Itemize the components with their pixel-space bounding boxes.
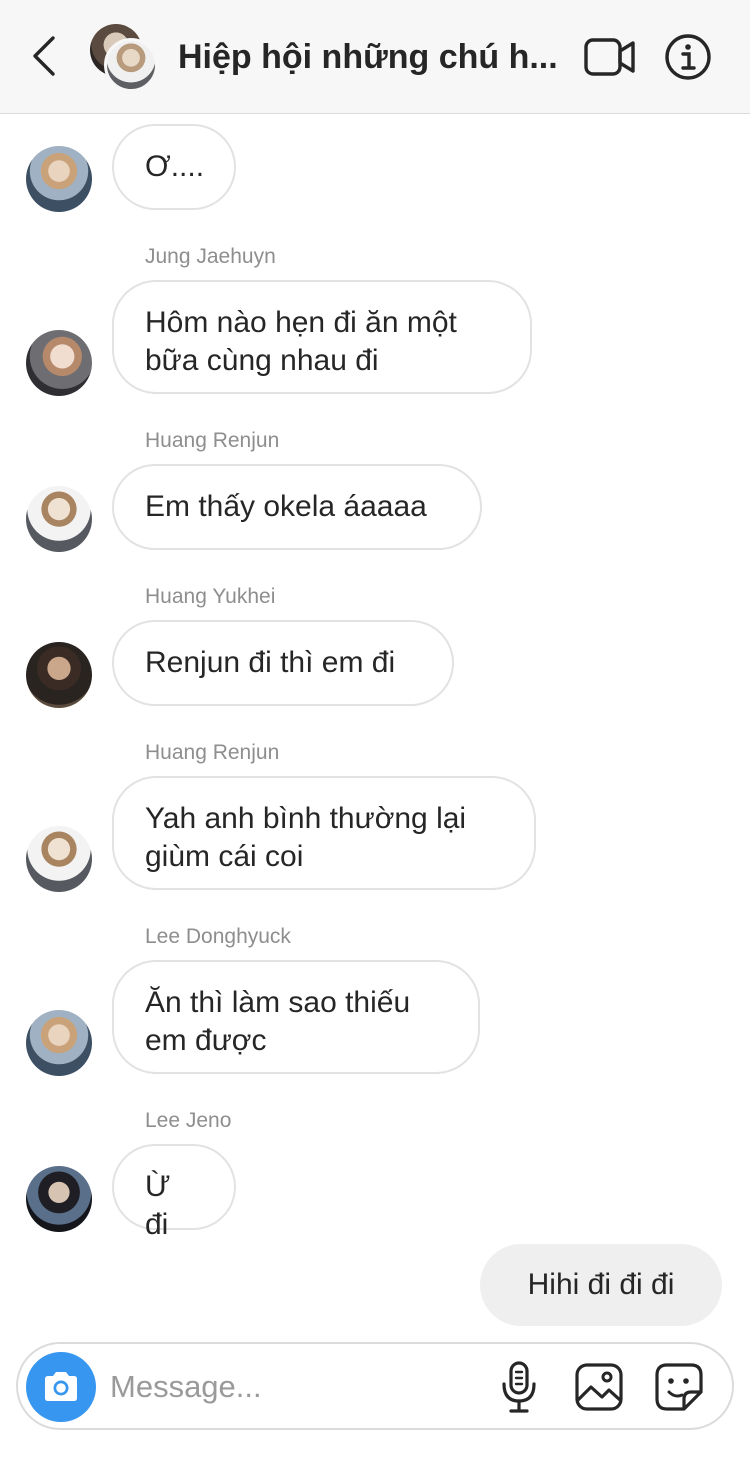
message-text: Hôm nào hẹn đi ăn một: [145, 306, 457, 339]
message-text: giùm cái coi: [145, 840, 304, 873]
lucas-avatar[interactable]: [26, 642, 92, 708]
message-text: Ơ....: [145, 150, 205, 183]
haechan-avatar[interactable]: [26, 1010, 92, 1076]
message-list[interactable]: Ơ.... Jung Jaehuyn Hôm nào hẹn đi ăn một…: [0, 114, 750, 1330]
sender-name: Lee Donghyuck: [145, 925, 291, 948]
gallery-button[interactable]: [574, 1362, 624, 1412]
jeno-avatar[interactable]: [26, 1166, 92, 1232]
chat-title[interactable]: Hiệp hội những chú h...: [178, 34, 568, 80]
sender-name: Jung Jaehuyn: [145, 245, 276, 268]
microphone-icon: [502, 1361, 536, 1413]
info-button[interactable]: [664, 33, 712, 81]
message-composer: [16, 1342, 734, 1430]
video-call-icon: [584, 38, 635, 76]
camera-icon: [45, 1372, 77, 1401]
group-avatar-front: [104, 38, 158, 92]
message-text: Renjun đi thì em đi: [145, 646, 396, 679]
renjun-avatar[interactable]: [26, 486, 92, 552]
outgoing-message-bubble[interactable]: Hihi đi đi đi: [480, 1244, 722, 1326]
chat-header: Hiệp hội những chú h...: [0, 0, 750, 114]
message-bubble[interactable]: Renjun đi thì em đi: [112, 620, 454, 706]
camera-button[interactable]: [26, 1352, 96, 1422]
sender-name: Huang Renjun: [145, 429, 280, 452]
sender-name: Huang Renjun: [145, 741, 280, 764]
gallery-icon: [575, 1363, 623, 1411]
info-icon: [665, 34, 711, 80]
haechan-avatar[interactable]: [26, 146, 92, 212]
message-text: Ừ đi: [145, 1170, 171, 1241]
message-text: Em thấy okela áaaaa: [145, 490, 427, 523]
message-text: bữa cùng nhau đi: [145, 344, 379, 377]
message-bubble[interactable]: Ơ....: [112, 124, 236, 210]
message-text: Ăn thì làm sao thiếu: [145, 986, 411, 1019]
back-arrow-icon: [33, 36, 55, 76]
message-bubble[interactable]: Yah anh bình thường lại giùm cái coi: [112, 776, 536, 890]
group-avatar[interactable]: [90, 24, 162, 92]
sticker-icon: [655, 1363, 703, 1411]
jaehyun-avatar[interactable]: [26, 330, 92, 396]
message-bubble[interactable]: Ăn thì làm sao thiếu em được: [112, 960, 480, 1074]
renjun-avatar[interactable]: [26, 826, 92, 892]
video-call-button[interactable]: [584, 36, 636, 78]
sender-name: Huang Yukhei: [145, 585, 276, 608]
message-bubble[interactable]: Ừ đi: [112, 1144, 236, 1241]
message-bubble[interactable]: Hôm nào hẹn đi ăn một bữa cùng nhau đi: [112, 280, 532, 394]
message-bubble[interactable]: Em thấy okela áaaaa: [112, 464, 482, 550]
message-text: em được: [145, 1024, 267, 1057]
back-button[interactable]: [26, 34, 66, 78]
sticker-button[interactable]: [654, 1362, 704, 1412]
message-input[interactable]: [110, 1364, 480, 1410]
message-text: Yah anh bình thường lại: [145, 802, 467, 835]
microphone-button[interactable]: [500, 1360, 538, 1414]
sender-name: Lee Jeno: [145, 1109, 232, 1132]
